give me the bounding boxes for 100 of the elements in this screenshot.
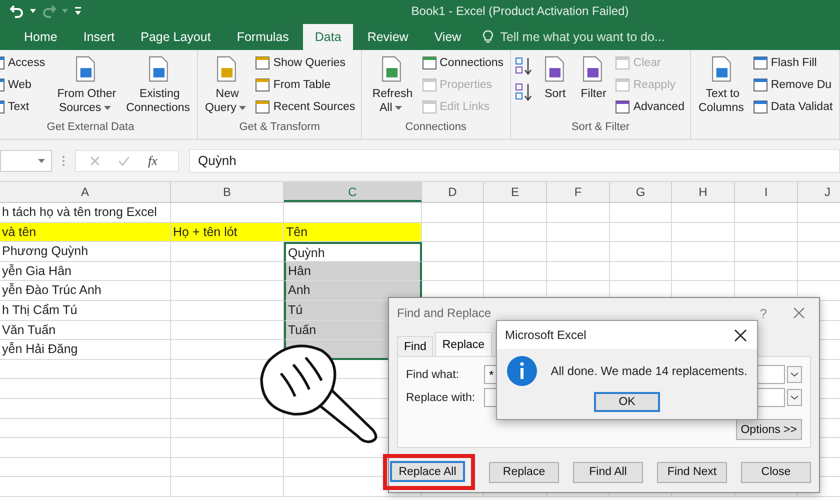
- table-cell: Tên: [284, 222, 422, 242]
- column-header[interactable]: D: [422, 182, 484, 202]
- ribbon-button[interactable]: New Query: [202, 52, 250, 115]
- caret-icon: [239, 106, 246, 110]
- command-icon: [422, 100, 437, 114]
- ribbon-button[interactable]: Remove Du: [750, 74, 835, 95]
- command-icon: [422, 78, 437, 92]
- ribbon-button[interactable]: Connections: [420, 52, 506, 73]
- ribbon-tab[interactable]: Home: [12, 24, 70, 50]
- table-cell: Anh: [284, 281, 422, 301]
- table-cell: [672, 222, 735, 242]
- ribbon-tab[interactable]: View: [422, 24, 474, 50]
- table-cell: Hân: [284, 262, 422, 282]
- undo-icon[interactable]: [10, 4, 24, 18]
- ribbon-tab[interactable]: Review: [355, 24, 420, 50]
- column-header[interactable]: I: [735, 182, 798, 202]
- command-icon: [255, 78, 270, 92]
- customize-toolbar-icon[interactable]: [74, 7, 82, 15]
- table-cell: [610, 203, 672, 223]
- table-cell: [610, 222, 672, 242]
- caret-icon: [104, 106, 112, 110]
- ribbon-tab[interactable]: Insert: [71, 24, 127, 50]
- command-icon: [615, 78, 630, 92]
- table-cell: Quỳnh: [284, 242, 422, 262]
- ribbon-button[interactable]: From Table: [253, 74, 358, 95]
- dropdown-icon[interactable]: [787, 366, 802, 383]
- ribbon-button[interactable]: Text: [0, 96, 48, 117]
- ribbon-button[interactable]: Access: [0, 52, 48, 73]
- table-cell: Phương Quỳnh: [0, 242, 171, 262]
- table-cell: [422, 203, 484, 223]
- column-header[interactable]: A: [0, 182, 171, 202]
- table-cell: yễn Hải Đăng: [0, 340, 171, 360]
- dialog-button[interactable]: Find Next: [657, 462, 727, 482]
- ribbon-button[interactable]: Filter: [574, 52, 610, 101]
- command-icon: [752, 56, 768, 70]
- search-field[interactable]: Tell me what you want to do...: [498, 29, 722, 45]
- ribbon-button[interactable]: Refresh All: [366, 52, 416, 115]
- options-button[interactable]: Options >>: [736, 419, 802, 440]
- ribbon-button[interactable]: Show Queries: [253, 52, 358, 73]
- group-label: Connections: [404, 120, 468, 135]
- sort-descending-icon[interactable]: [514, 82, 533, 102]
- table-cell: [484, 242, 547, 262]
- table-cell: [547, 222, 610, 242]
- table-cell: [484, 222, 547, 242]
- dialog-button[interactable]: Close: [741, 462, 811, 482]
- table-cell: và tên: [0, 222, 171, 242]
- dialog-tab[interactable]: Find: [397, 336, 434, 356]
- field-label: Replace with:: [406, 392, 476, 404]
- sort-ascending-icon[interactable]: [514, 56, 533, 76]
- table-cell: [422, 222, 484, 242]
- dropdown-icon[interactable]: [787, 389, 802, 406]
- ribbon-button[interactable]: From Other Sources: [51, 52, 120, 115]
- dialog-button[interactable]: Replace: [489, 462, 559, 482]
- ribbon-tab[interactable]: Data: [302, 24, 354, 50]
- window-title: Book1 - Excel (Product Activation Failed): [411, 4, 629, 18]
- ribbon-tab[interactable]: Formulas: [224, 24, 301, 50]
- formula-field[interactable]: Quỳnh: [189, 148, 840, 172]
- ribbon-button[interactable]: Advanced: [613, 96, 686, 117]
- column-header[interactable]: J: [798, 182, 840, 202]
- table-cell: [735, 203, 798, 223]
- caret-icon[interactable]: [30, 9, 36, 13]
- insert-function-button[interactable]: fx: [148, 152, 158, 168]
- ribbon-button[interactable]: Existing Connections: [123, 52, 193, 115]
- table-cell: [422, 242, 484, 262]
- table-cell: Họ + tên lót: [171, 222, 284, 242]
- ribbon-tab[interactable]: Page Layout: [128, 24, 223, 50]
- dialog-button[interactable]: Find All: [573, 462, 643, 482]
- command-icon: [615, 56, 630, 70]
- group-label: Get & Transform: [238, 120, 321, 135]
- table-cell: [610, 242, 672, 262]
- table-cell: [484, 203, 547, 223]
- ribbon-button[interactable]: Web: [0, 74, 48, 95]
- ok-button[interactable]: OK: [594, 392, 660, 412]
- ribbon-button[interactable]: Text to Columns: [695, 52, 747, 115]
- command-icon: [422, 56, 437, 70]
- ribbon-button[interactable]: Sort: [536, 52, 571, 101]
- column-header[interactable]: C: [284, 182, 422, 202]
- table-cell: h Thị Cẩm Tú: [0, 300, 171, 321]
- column-header[interactable]: E: [484, 182, 547, 202]
- caret-icon: [38, 158, 45, 162]
- dialog-tab[interactable]: Replace: [435, 332, 492, 356]
- table-cell: [672, 203, 735, 223]
- command-icon: [752, 100, 768, 114]
- column-header[interactable]: G: [610, 182, 672, 202]
- ribbon-button[interactable]: Flash Fill: [750, 52, 835, 73]
- command-icon: [255, 100, 270, 114]
- dialog-button[interactable]: Replace All: [390, 461, 465, 482]
- table-cell: yễn Đào Trúc Anh: [0, 281, 171, 301]
- ribbon-button[interactable]: Recent Sources: [253, 96, 358, 117]
- command-icon: [255, 56, 270, 70]
- column-header[interactable]: H: [672, 182, 735, 202]
- ribbon-button[interactable]: Data Validat: [750, 96, 835, 117]
- table-cell: yễn Gia Hân: [0, 262, 171, 282]
- column-header[interactable]: F: [547, 182, 610, 202]
- message-text: All done. We made 14 replacements.: [550, 364, 748, 378]
- table-cell: Văn Tuấn: [0, 320, 171, 340]
- command-icon: [615, 100, 630, 114]
- close-icon[interactable]: [734, 328, 747, 342]
- table-cell: [672, 242, 735, 262]
- check-icon[interactable]: [118, 156, 130, 166]
